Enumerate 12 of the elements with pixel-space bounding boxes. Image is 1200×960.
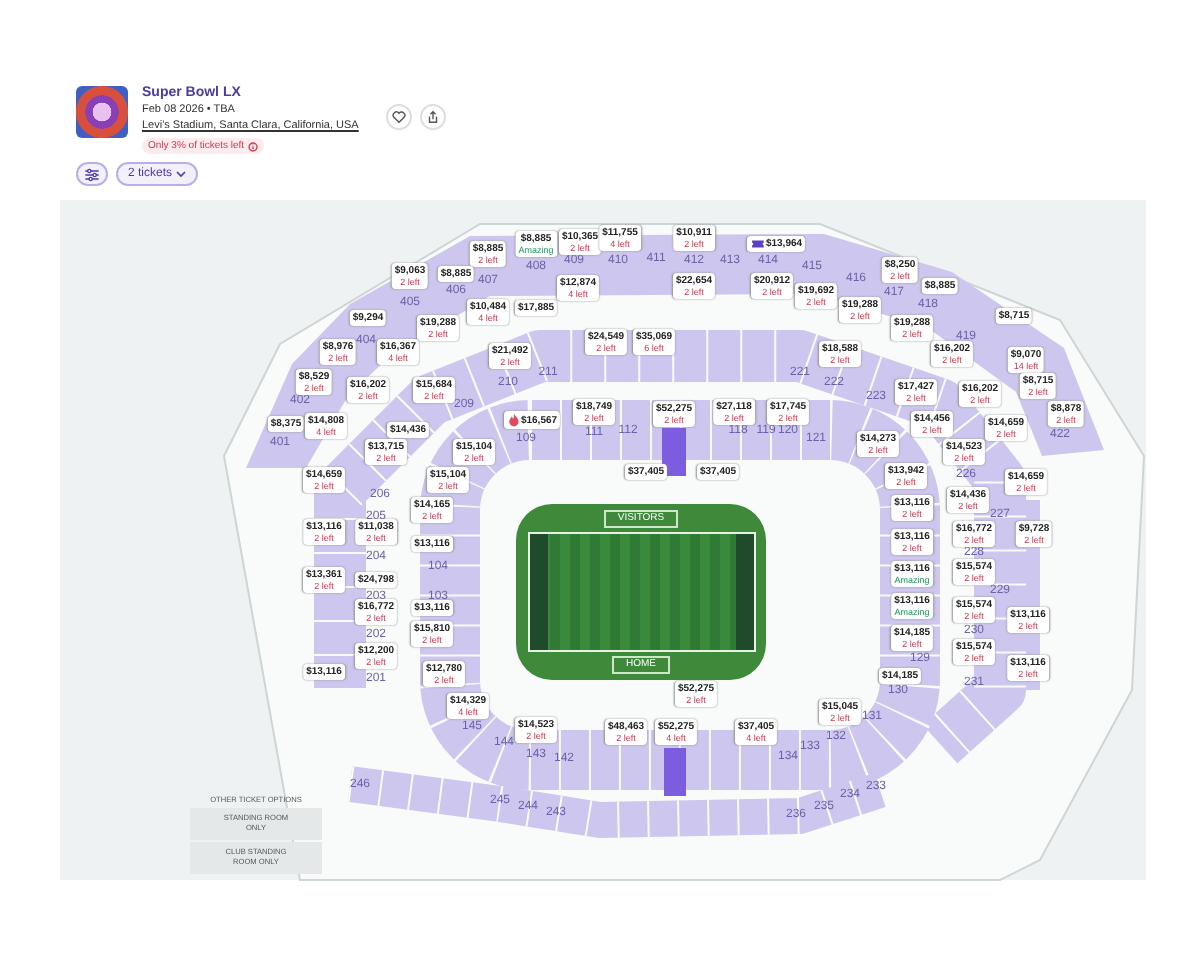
event-image-placeholder [76,86,128,138]
info-icon [248,141,259,151]
highlighted-section[interactable] [662,428,686,476]
favorite-button[interactable] [386,104,413,130]
share-icon [426,110,441,124]
filter-button[interactable] [76,162,108,186]
ticket-icon [749,238,764,250]
caret-icon [176,170,187,178]
share-button[interactable] [420,104,447,130]
heart-icon [392,110,407,124]
flame-icon [506,413,519,427]
filter-icon [84,167,100,181]
